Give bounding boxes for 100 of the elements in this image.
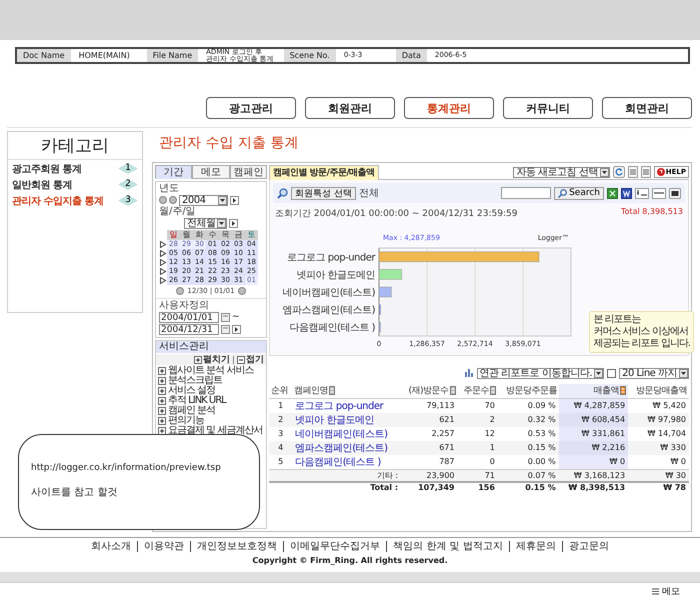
- footer-link[interactable]: 광고문의: [562, 541, 615, 552]
- search-icon: [558, 188, 568, 198]
- category-label: 네이버캠페인(테스트): [282, 288, 375, 298]
- campaign-link[interactable]: 다음캠페인(테스트 ): [295, 456, 381, 468]
- line-count-select[interactable]: 20 Line 까지: [619, 368, 689, 378]
- print-icon[interactable]: [669, 188, 681, 198]
- category-label: 넷피아 한글도메인: [296, 270, 375, 281]
- sort-icon[interactable]: [620, 386, 626, 396]
- plus-icon[interactable]: [158, 377, 166, 385]
- sort-icon[interactable]: [490, 386, 496, 396]
- play-button-icon[interactable]: [232, 324, 241, 334]
- category-link[interactable]: 일반회원 통계: [12, 178, 72, 192]
- search-button[interactable]: Search: [554, 186, 604, 200]
- circle-button-icon[interactable]: [238, 286, 246, 294]
- column-header[interactable]: (재)방문수: [401, 384, 458, 398]
- column-header[interactable]: 캠페인명: [292, 384, 402, 398]
- period-select[interactable]: 전체월: [184, 218, 227, 228]
- column-header: 방문당매출액: [628, 384, 689, 398]
- weekday-label: 일: [167, 230, 180, 240]
- dropdown-arrow-icon: [600, 168, 609, 176]
- table-cell: 671: [401, 440, 458, 454]
- service-menu-item[interactable]: 캠페인 분석: [168, 406, 216, 416]
- footer-link[interactable]: 제휴문의: [508, 541, 562, 552]
- document-icon[interactable]: [621, 188, 632, 198]
- sort-icon[interactable]: [329, 386, 336, 396]
- bar-chart-icon[interactable]: [464, 368, 474, 378]
- bar: [378, 304, 381, 315]
- collapse-link[interactable]: 접기: [246, 353, 264, 366]
- service-menu-item[interactable]: 서비스 설정: [168, 386, 216, 396]
- sort-icon[interactable]: [450, 386, 456, 396]
- spreadsheet-icon[interactable]: [607, 188, 618, 198]
- weekday-label: 월: [180, 230, 193, 240]
- footer-link[interactable]: 개인정보보호정책: [190, 541, 284, 552]
- plus-icon[interactable]: [158, 407, 166, 415]
- column-header[interactable]: 주문수: [458, 384, 498, 398]
- document-icon[interactable]: [628, 166, 638, 178]
- tab[interactable]: 캠페인별 방문/주문/매출액: [269, 164, 379, 180]
- service-menu-item[interactable]: 분석스크립트: [168, 376, 222, 386]
- filter-button[interactable]: 회원특성 선택: [291, 186, 356, 200]
- table-cell: 0.32 %: [498, 412, 559, 426]
- plus-icon[interactable]: [158, 417, 166, 425]
- tab[interactable]: 메모: [192, 165, 230, 179]
- footer-link[interactable]: 책임의 한계 및 법적고지: [386, 541, 509, 552]
- play-button-icon[interactable]: [229, 218, 238, 228]
- table-cell: ₩ 0: [558, 454, 628, 469]
- tab[interactable]: 캠페인: [230, 165, 267, 179]
- campaign-link[interactable]: 로그로그 pop-under: [295, 400, 384, 412]
- column-header[interactable]: 매출액: [558, 384, 628, 398]
- service-menu-item[interactable]: 추적 LINK URL: [168, 396, 226, 406]
- document-icon[interactable]: [640, 166, 651, 178]
- refresh-icon[interactable]: [612, 166, 625, 178]
- table-cell: 1: [269, 398, 292, 412]
- menu-button[interactable]: 광고관리: [206, 97, 296, 119]
- number-badge: 2: [118, 179, 138, 190]
- weekday-label: 금: [232, 230, 245, 240]
- category-link[interactable]: 관리자 수입지출 통계: [12, 194, 104, 208]
- service-menu-item[interactable]: 웹사이트 분석 서비스: [168, 366, 254, 376]
- year-select[interactable]: 2004: [179, 194, 228, 206]
- plus-icon[interactable]: [158, 427, 166, 435]
- plus-icon[interactable]: [158, 387, 166, 395]
- table-cell: 787: [401, 454, 458, 469]
- play-button-icon[interactable]: [230, 196, 239, 204]
- bar: [378, 322, 381, 332]
- table-cell: ₩ 4,287,859: [558, 398, 628, 412]
- plus-icon[interactable]: [158, 367, 166, 375]
- table-cell: 107,349: [401, 482, 458, 492]
- footer-link[interactable]: 이메일무단수집거부: [283, 541, 386, 552]
- table-cell: 5: [269, 454, 292, 469]
- table-cell: ₩ 0: [628, 454, 689, 469]
- memo-button[interactable]: 메모: [651, 585, 680, 598]
- menu-button[interactable]: 통계관리: [404, 97, 494, 119]
- info-tooltip: 본 리포트는 커머스 서비스 이상에서 제공되는 리포트 입니다.: [589, 311, 694, 353]
- table-cell: 0: [458, 454, 498, 469]
- circle-button-icon[interactable]: [176, 286, 184, 294]
- menu-button[interactable]: 회면관리: [602, 97, 692, 119]
- expand-link[interactable]: 펼치기: [203, 353, 230, 366]
- weekday-label: 목: [219, 230, 232, 240]
- footer-link[interactable]: 회사소개: [85, 541, 138, 552]
- menu-button[interactable]: 회원관리: [305, 97, 395, 119]
- related-report-select[interactable]: 연관 리포트로 이동합니다.: [476, 368, 604, 378]
- menu-button[interactable]: 커뮤니티: [503, 97, 593, 119]
- column-header: 순위: [269, 384, 292, 398]
- table-cell: 3: [269, 426, 292, 440]
- service-menu-item[interactable]: 편의기능: [168, 416, 204, 426]
- tab[interactable]: 기간: [155, 165, 192, 179]
- checkbox[interactable]: [607, 368, 616, 378]
- campaign-link[interactable]: 네이버캠페인(테스트): [295, 428, 388, 440]
- date-field[interactable]: 2004/01/01: [159, 312, 219, 322]
- search-field[interactable]: [501, 187, 552, 199]
- footer-link[interactable]: 이용약관: [137, 541, 190, 552]
- category-link[interactable]: 광고주회원 통계: [12, 162, 82, 176]
- category-label: 로그로그 pop-under: [287, 252, 375, 264]
- minus-icon[interactable]: [237, 356, 245, 364]
- plus-icon[interactable]: [194, 356, 202, 364]
- date-field[interactable]: 2004/12/31: [159, 324, 219, 334]
- refresh-select[interactable]: 자동 새로고침 선택: [513, 166, 610, 178]
- table-cell: 2,257: [401, 426, 458, 440]
- table-cell: 0.00 %: [498, 454, 559, 469]
- calendar-icon[interactable]: [221, 312, 230, 322]
- plus-icon[interactable]: [158, 397, 166, 405]
